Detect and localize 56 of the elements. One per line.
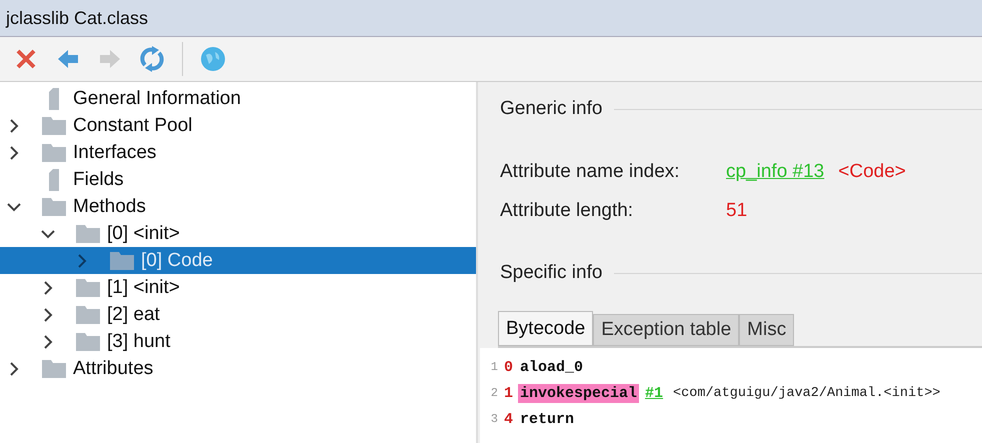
- tree-item[interactable]: [1] <init>: [0, 274, 476, 301]
- folder-icon: [109, 250, 135, 272]
- tab[interactable]: Misc: [739, 314, 794, 346]
- folder-icon: [75, 222, 101, 244]
- folder-icon: [41, 114, 67, 136]
- tree-item-label: [0] <init>: [107, 222, 180, 244]
- tree-item-label: Methods: [73, 196, 146, 218]
- tree-item[interactable]: Methods: [0, 193, 476, 220]
- close-icon: [14, 47, 38, 71]
- tab[interactable]: Exception table: [593, 314, 740, 346]
- folder-icon: [41, 142, 67, 164]
- right-arrow-icon: [98, 48, 122, 70]
- tree-item[interactable]: General Information: [0, 85, 476, 112]
- tree-item-label: [3] hunt: [107, 330, 170, 352]
- tree-item-label: [0] Code: [141, 250, 213, 272]
- tree-item[interactable]: [3] hunt: [0, 328, 476, 355]
- tree-item[interactable]: Interfaces: [0, 139, 476, 166]
- field-label: Attribute length:: [500, 200, 634, 222]
- bytecode-offset: 0: [504, 358, 514, 376]
- tree-item[interactable]: Constant Pool: [0, 112, 476, 139]
- tab[interactable]: Bytecode: [498, 311, 594, 346]
- opcode: return: [519, 410, 576, 428]
- tree-item[interactable]: [2] eat: [0, 301, 476, 328]
- folder-icon: [75, 304, 101, 326]
- field-value: <Code>: [838, 160, 906, 182]
- opcode: invokespecial: [518, 384, 640, 402]
- tree-item[interactable]: Fields: [0, 166, 476, 193]
- line-number: 2: [490, 386, 498, 400]
- bytecode-offset: 4: [504, 410, 514, 428]
- tree-item-label: Fields: [73, 168, 124, 190]
- opcode: aload_0: [519, 358, 584, 376]
- tree-item[interactable]: Attributes: [0, 355, 476, 382]
- globe-icon: [200, 46, 226, 72]
- tree-item-label: Attributes: [73, 358, 154, 380]
- tree-item-label: General Information: [73, 88, 241, 110]
- window-title: jclasslib Cat.class: [0, 0, 982, 37]
- folder-icon: [41, 196, 67, 218]
- folder-icon: [75, 276, 101, 298]
- left-arrow-icon: [56, 48, 80, 70]
- section-title: Generic info: [500, 98, 602, 120]
- tree-item[interactable]: [0] <init>: [0, 220, 476, 247]
- tree-item-label: [1] <init>: [107, 276, 180, 298]
- line-number: 1: [490, 360, 498, 374]
- folder-icon: [75, 330, 101, 352]
- bytecode-offset: 1: [504, 384, 514, 402]
- section-title: Specific info: [500, 262, 602, 284]
- opcode-comment: <com/atguigu/java2/Animal.<init>>: [673, 386, 940, 400]
- folder-icon: [41, 358, 67, 380]
- tree-item-label: Interfaces: [73, 142, 156, 164]
- tree-item[interactable]: [0] Code: [0, 247, 476, 274]
- line-number: 3: [490, 412, 498, 426]
- tree-item-label: Constant Pool: [73, 114, 192, 136]
- tree-item-label: [2] eat: [107, 304, 160, 326]
- refresh-icon: [139, 46, 165, 72]
- field-label: Attribute name index:: [500, 160, 681, 182]
- field-value: 51: [726, 200, 748, 222]
